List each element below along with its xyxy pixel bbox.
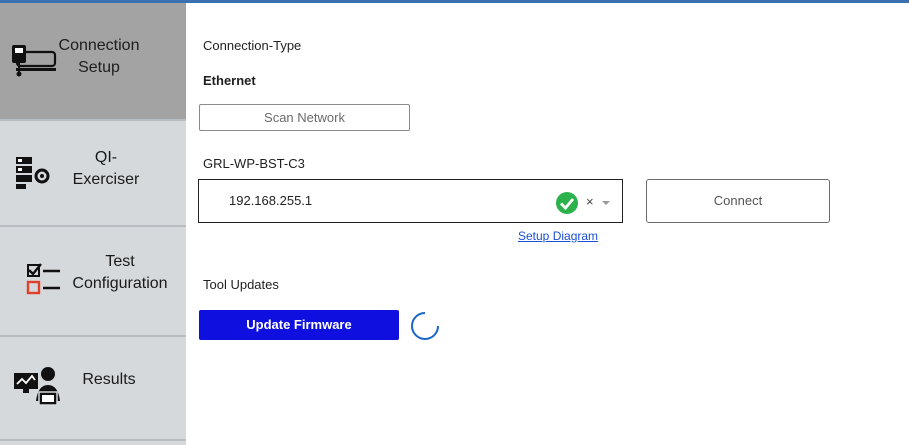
clear-icon[interactable]: × [586,194,594,209]
check-circle-icon [555,191,579,220]
setup-diagram-link[interactable]: Setup Diagram [518,229,598,243]
sidebar-item-connection-setup[interactable]: Connection Setup [0,3,186,121]
connect-button[interactable]: Connect [646,179,830,223]
connection-type-label: Connection-Type [203,38,302,53]
sidebar: Connection Setup QI- Exerciser Test Conf… [0,3,186,445]
sidebar-item-results[interactable]: Results [0,337,186,441]
qi-exerciser-icon [14,155,58,196]
tool-updates-label: Tool Updates [203,277,279,292]
sidebar-item-qi-exerciser[interactable]: QI- Exerciser [0,121,186,227]
sidebar-item-label: Test Configuration [72,253,168,292]
results-icon [12,365,62,412]
scan-network-button[interactable]: Scan Network [199,104,410,131]
connection-setup-icon [10,43,62,84]
connection-type-value: Ethernet [203,73,256,88]
chevron-down-icon[interactable] [601,195,611,213]
update-firmware-button[interactable]: Update Firmware [199,310,399,340]
test-configuration-icon [26,263,62,302]
sidebar-item-label: Results [82,371,136,388]
ip-address-combobox[interactable]: 192.168.255.1 × [198,179,623,223]
sidebar-item-label: QI- Exerciser [72,149,140,188]
sidebar-item-test-configuration[interactable]: Test Configuration [0,227,186,337]
device-label: GRL-WP-BST-C3 [203,156,305,171]
loading-spinner-icon [409,310,441,347]
ip-address-value: 192.168.255.1 [229,193,313,208]
sidebar-item-label: Connection Setup [58,37,140,76]
